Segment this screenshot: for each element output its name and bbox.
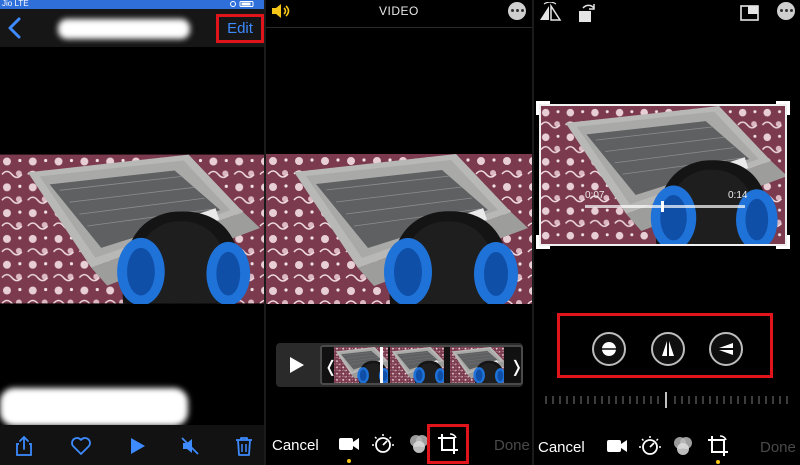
playhead[interactable] [380, 347, 383, 383]
filmstrip-frame [450, 347, 504, 383]
straighten-button[interactable] [592, 332, 626, 366]
flip-icon[interactable] [538, 2, 562, 24]
back-chevron-icon[interactable] [4, 15, 26, 41]
done-button[interactable]: Done [494, 437, 530, 454]
share-icon[interactable] [13, 435, 35, 457]
crop-corner-handle[interactable] [776, 101, 790, 115]
redacted-title [58, 19, 190, 39]
vertical-perspective-button[interactable] [651, 332, 685, 366]
horizontal-perspective-button[interactable] [709, 332, 743, 366]
video-preview[interactable] [0, 154, 264, 304]
speaker-volume-icon[interactable] [270, 2, 292, 20]
speaker-muted-icon[interactable] [179, 435, 201, 457]
carrier-label: Jio LTE [2, 0, 29, 8]
play-icon[interactable] [286, 355, 306, 375]
crop-screen: 0:07 0:14 Cancel Done [534, 0, 800, 465]
video-frame-image [266, 154, 532, 304]
crop-frame[interactable]: 0:07 0:14 [539, 104, 787, 246]
status-bar: Jio LTE [0, 0, 264, 9]
angle-ruler[interactable] [544, 392, 790, 408]
redacted-caption [0, 388, 188, 426]
heart-icon[interactable] [70, 435, 92, 457]
active-tool-indicator [347, 459, 351, 463]
trash-icon[interactable] [233, 435, 255, 457]
play-icon[interactable] [126, 435, 148, 457]
nav-bar: Edit [0, 9, 264, 47]
video-camera-icon[interactable] [337, 432, 361, 456]
more-icon[interactable] [508, 2, 526, 20]
crop-rotate-icon[interactable] [706, 434, 730, 458]
battery-icon [230, 1, 254, 7]
crop-corner-handle[interactable] [776, 235, 790, 249]
vertical-perspective-icon [662, 341, 674, 356]
aspect-ratio-icon[interactable] [738, 2, 762, 24]
adjust-dial-icon[interactable] [371, 432, 395, 456]
video-scrubber[interactable] [585, 201, 745, 212]
trim-end-handle[interactable]: ❭ [510, 357, 521, 377]
header-separator [266, 27, 532, 28]
editor-title: VIDEO [379, 4, 419, 18]
straighten-icon [600, 342, 618, 356]
rotate-icon[interactable] [574, 2, 598, 24]
video-frame-image [0, 154, 264, 304]
timeline-bar: ❬ ❭ [276, 343, 523, 387]
video-editor-screen: VIDEO ❬ ❭ Cancel Done [266, 0, 532, 465]
done-button[interactable]: Done [760, 439, 796, 456]
photo-viewer-screen: Jio LTE Edit [0, 0, 264, 465]
horizontal-perspective-icon [719, 343, 733, 355]
active-tool-indicator [716, 460, 720, 464]
cancel-button[interactable]: Cancel [272, 437, 319, 454]
video-frame-image [541, 106, 787, 246]
duration-label: 0:14 [728, 190, 748, 201]
crop-rotate-icon[interactable] [436, 432, 460, 456]
scrubber-knob[interactable] [661, 201, 664, 212]
filters-icon[interactable] [671, 434, 695, 458]
more-icon[interactable] [777, 2, 795, 20]
current-time-label: 0:07 [585, 190, 605, 201]
crop-corner-handle[interactable] [536, 235, 550, 249]
filmstrip-frame [390, 347, 444, 383]
trim-filmstrip[interactable]: ❬ ❭ [320, 345, 523, 385]
bottom-toolbar [0, 425, 264, 465]
cancel-button[interactable]: Cancel [538, 439, 585, 456]
adjust-dial-icon[interactable] [638, 434, 662, 458]
crop-corner-handle[interactable] [536, 101, 550, 115]
video-preview [266, 154, 532, 304]
video-camera-icon[interactable] [605, 434, 629, 458]
perspective-tools-highlight [557, 313, 773, 378]
edit-button[interactable]: Edit [216, 14, 264, 43]
